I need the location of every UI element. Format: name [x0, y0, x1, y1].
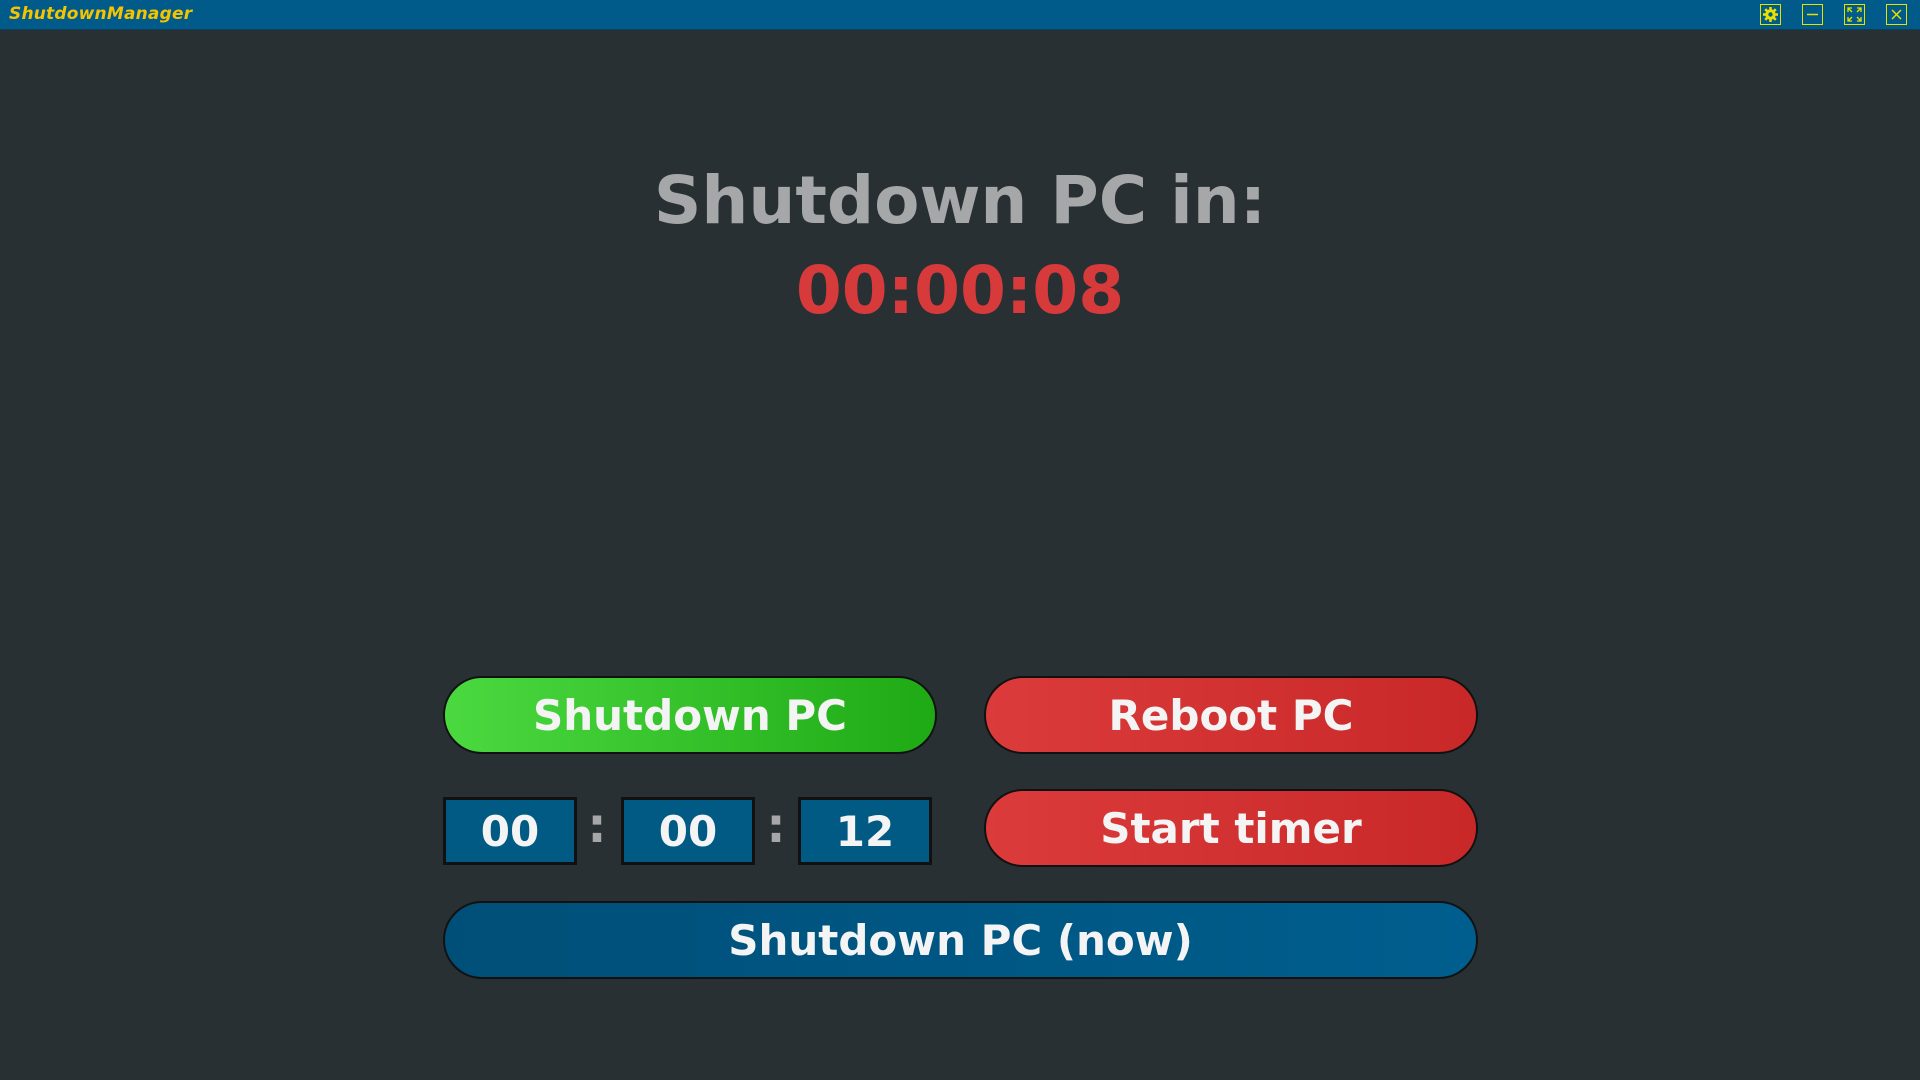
close-button[interactable] [1886, 4, 1907, 25]
reboot-button[interactable]: Reboot PC [984, 676, 1478, 754]
countdown-display: 00:00:08 [795, 252, 1125, 329]
seconds-input[interactable] [798, 797, 932, 865]
maximize-icon [1844, 4, 1865, 25]
time-separator: : [587, 798, 607, 854]
shutdown-button[interactable]: Shutdown PC [443, 676, 937, 754]
minimize-button[interactable] [1802, 4, 1823, 25]
close-icon [1886, 4, 1907, 25]
minutes-input[interactable] [621, 797, 755, 865]
shutdown-heading: Shutdown PC in: [653, 162, 1267, 239]
maximize-button[interactable] [1844, 4, 1865, 25]
shutdown-now-button[interactable]: Shutdown PC (now) [443, 901, 1478, 979]
minimize-icon [1802, 4, 1823, 25]
title-bar: ShutdownManager [0, 0, 1920, 30]
time-separator: : [766, 798, 786, 854]
hours-input[interactable] [443, 797, 577, 865]
start-timer-button[interactable]: Start timer [984, 789, 1478, 867]
settings-button[interactable] [1760, 4, 1781, 25]
gear-icon [1760, 4, 1781, 25]
app-title: ShutdownManager [9, 4, 193, 24]
